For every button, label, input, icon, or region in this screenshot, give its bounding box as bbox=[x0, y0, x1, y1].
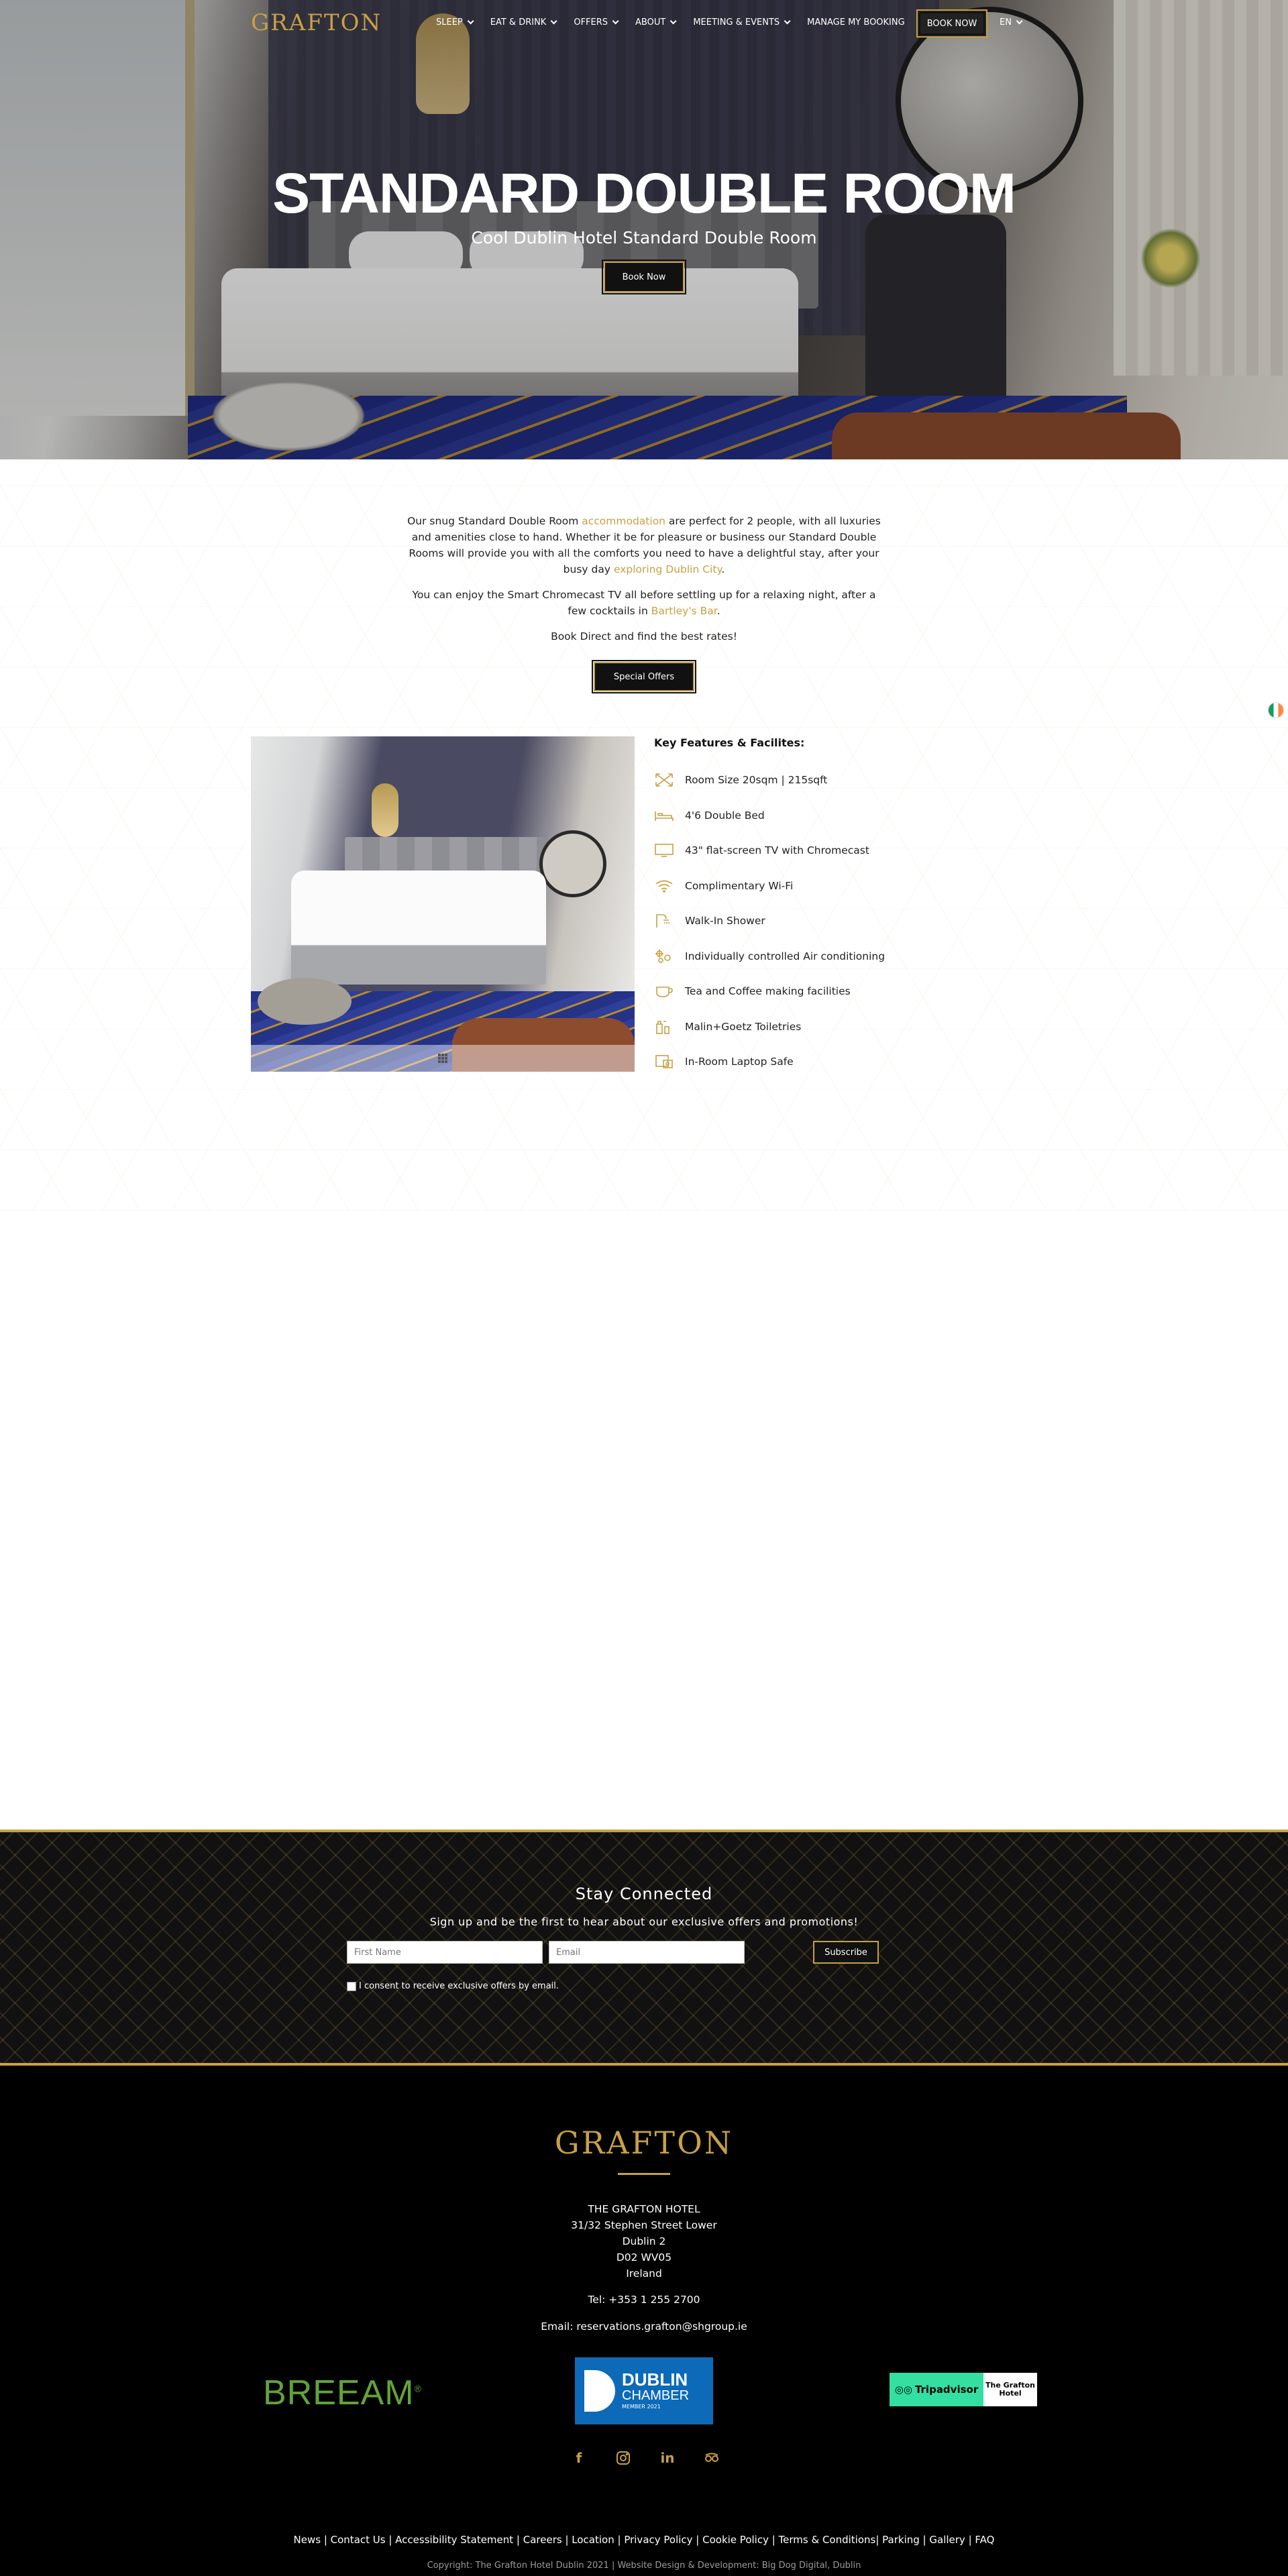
main-nav: GRAFTON SLEEP EAT & DRINK OFFERS ABOUT M… bbox=[0, 0, 1288, 47]
instagram-icon[interactable] bbox=[614, 2449, 632, 2467]
nav-item-sleep[interactable]: SLEEP bbox=[436, 17, 474, 27]
newsletter-section: Stay Connected Sign up and be the first … bbox=[0, 1830, 1288, 2066]
air-conditioning-icon bbox=[654, 948, 677, 965]
footer-email[interactable]: Email: reservations.grafton@shgroup.ie bbox=[0, 2320, 1288, 2333]
footer: GRAFTON THE GRAFTON HOTEL 31/32 Stephen … bbox=[0, 2066, 1288, 2576]
nav-item-manage-booking[interactable]: MANAGE MY BOOKING bbox=[807, 17, 905, 27]
room-content: Our snug Standard Double Room accommodat… bbox=[0, 459, 1288, 1211]
grid-icon[interactable] bbox=[438, 1054, 447, 1063]
bartleys-bar-link[interactable]: Bartley's Bar bbox=[651, 605, 717, 617]
first-name-input[interactable] bbox=[347, 1941, 543, 1964]
laptop-safe-icon bbox=[654, 1053, 677, 1070]
special-offers-button[interactable]: Special Offers bbox=[592, 660, 696, 693]
tripadvisor-owl-icon: ◎◎ bbox=[894, 2384, 912, 2396]
hero-book-now-button[interactable]: Book Now bbox=[602, 260, 686, 294]
chevron-down-icon bbox=[612, 17, 619, 25]
page-subtitle: Cool Dublin Hotel Standard Double Room bbox=[471, 228, 817, 247]
tripadvisor-badge[interactable]: ◎◎ Tripadvisor The Grafton Hotel bbox=[890, 2373, 1037, 2406]
coffee-cup-icon bbox=[654, 983, 677, 1000]
nav-menu: SLEEP EAT & DRINK OFFERS ABOUT MEETING &… bbox=[436, 17, 924, 27]
chevron-down-icon bbox=[467, 17, 474, 25]
nav-item-offers[interactable]: OFFERS bbox=[574, 17, 619, 27]
footer-divider bbox=[618, 2173, 670, 2175]
footer-telephone[interactable]: Tel: +353 1 255 2700 bbox=[0, 2294, 1288, 2306]
dublin-chamber-logo[interactable]: DUBLIN CHAMBER MEMBER 2021 bbox=[575, 2357, 713, 2424]
social-links: f in bbox=[570, 2449, 720, 2467]
consent-label: I consent to receive exclusive offers by… bbox=[359, 1981, 559, 1991]
chevron-down-icon bbox=[669, 17, 677, 25]
bed-icon bbox=[654, 807, 677, 824]
nav-item-meeting-events[interactable]: MEETING & EVENTS bbox=[693, 17, 791, 27]
linkedin-icon[interactable]: in bbox=[659, 2449, 676, 2467]
intro-paragraph: You can enjoy the Smart Chromecast TV al… bbox=[412, 589, 876, 617]
room-gallery-image[interactable] bbox=[251, 736, 635, 1072]
copyright: Copyright: The Grafton Hotel Dublin 2021… bbox=[427, 2561, 861, 2571]
newsletter-subtitle: Sign up and be the first to hear about o… bbox=[429, 1915, 859, 1928]
wifi-icon bbox=[654, 877, 677, 895]
toiletries-icon bbox=[654, 1018, 677, 1035]
email-input[interactable] bbox=[549, 1941, 745, 1964]
breeam-logo[interactable]: BREEAM® bbox=[263, 2373, 422, 2413]
feature-item: 43" flat-screen TV with Chromecast bbox=[654, 833, 936, 869]
chevron-down-icon bbox=[1016, 17, 1023, 25]
feature-item: 4'6 Double Bed bbox=[654, 798, 936, 834]
chevron-down-icon bbox=[551, 17, 557, 25]
nav-item-eat-drink[interactable]: EAT & DRINK bbox=[490, 17, 557, 27]
language-selector[interactable]: EN bbox=[1000, 17, 1023, 27]
footer-logo[interactable]: GRAFTON bbox=[0, 2125, 1288, 2161]
room-size-icon bbox=[654, 771, 677, 789]
footer-address: THE GRAFTON HOTEL 31/32 Stephen Street L… bbox=[571, 2203, 717, 2280]
chevron-down-icon bbox=[784, 17, 791, 25]
page-title: STANDARD DOUBLE ROOM bbox=[272, 162, 1016, 225]
key-features: Key Features & Facilites: Room Size 20sq… bbox=[654, 736, 936, 1080]
feature-item: Walk-In Shower bbox=[654, 903, 936, 939]
feature-item: Malin+Goetz Toiletries bbox=[654, 1009, 936, 1045]
logo[interactable]: GRAFTON bbox=[251, 9, 382, 36]
exploring-dublin-link[interactable]: exploring Dublin City bbox=[614, 563, 721, 575]
nav-item-about[interactable]: ABOUT bbox=[635, 17, 677, 27]
consent-checkbox-row[interactable]: I consent to receive exclusive offers by… bbox=[347, 1981, 559, 1991]
accommodation-link[interactable]: accommodation bbox=[582, 515, 665, 527]
hero-section: GRAFTON SLEEP EAT & DRINK OFFERS ABOUT M… bbox=[0, 0, 1288, 459]
shower-icon bbox=[654, 912, 677, 930]
footer-links[interactable]: News | Contact Us | Accessibility Statem… bbox=[0, 2534, 1288, 2546]
feature-item: Tea and Coffee making facilities bbox=[654, 974, 936, 1009]
irish-flag-icon[interactable] bbox=[1268, 702, 1284, 718]
feature-item: Complimentary Wi-Fi bbox=[654, 869, 936, 904]
book-now-button[interactable]: BOOK NOW bbox=[916, 9, 987, 38]
subscribe-button[interactable]: Subscribe bbox=[813, 1941, 879, 1964]
features-heading: Key Features & Facilites: bbox=[654, 736, 805, 749]
facebook-icon[interactable]: f bbox=[570, 2449, 588, 2467]
feature-item: Room Size 20sqm | 215sqft bbox=[654, 763, 936, 798]
intro-paragraph: Book Direct and find the best rates! bbox=[551, 630, 737, 642]
tv-icon bbox=[654, 842, 677, 859]
room-description: Our snug Standard Double Room accommodat… bbox=[405, 513, 883, 654]
consent-checkbox[interactable] bbox=[347, 1981, 356, 1991]
intro-paragraph: Our snug Standard Double Room accommodat… bbox=[407, 515, 881, 575]
newsletter-title: Stay Connected bbox=[575, 1885, 713, 1903]
feature-item: In-Room Laptop Safe bbox=[654, 1044, 936, 1080]
feature-item: Individually controlled Air conditioning bbox=[654, 939, 936, 974]
gallery-bar[interactable] bbox=[251, 1045, 635, 1072]
tripadvisor-icon[interactable] bbox=[703, 2449, 720, 2467]
